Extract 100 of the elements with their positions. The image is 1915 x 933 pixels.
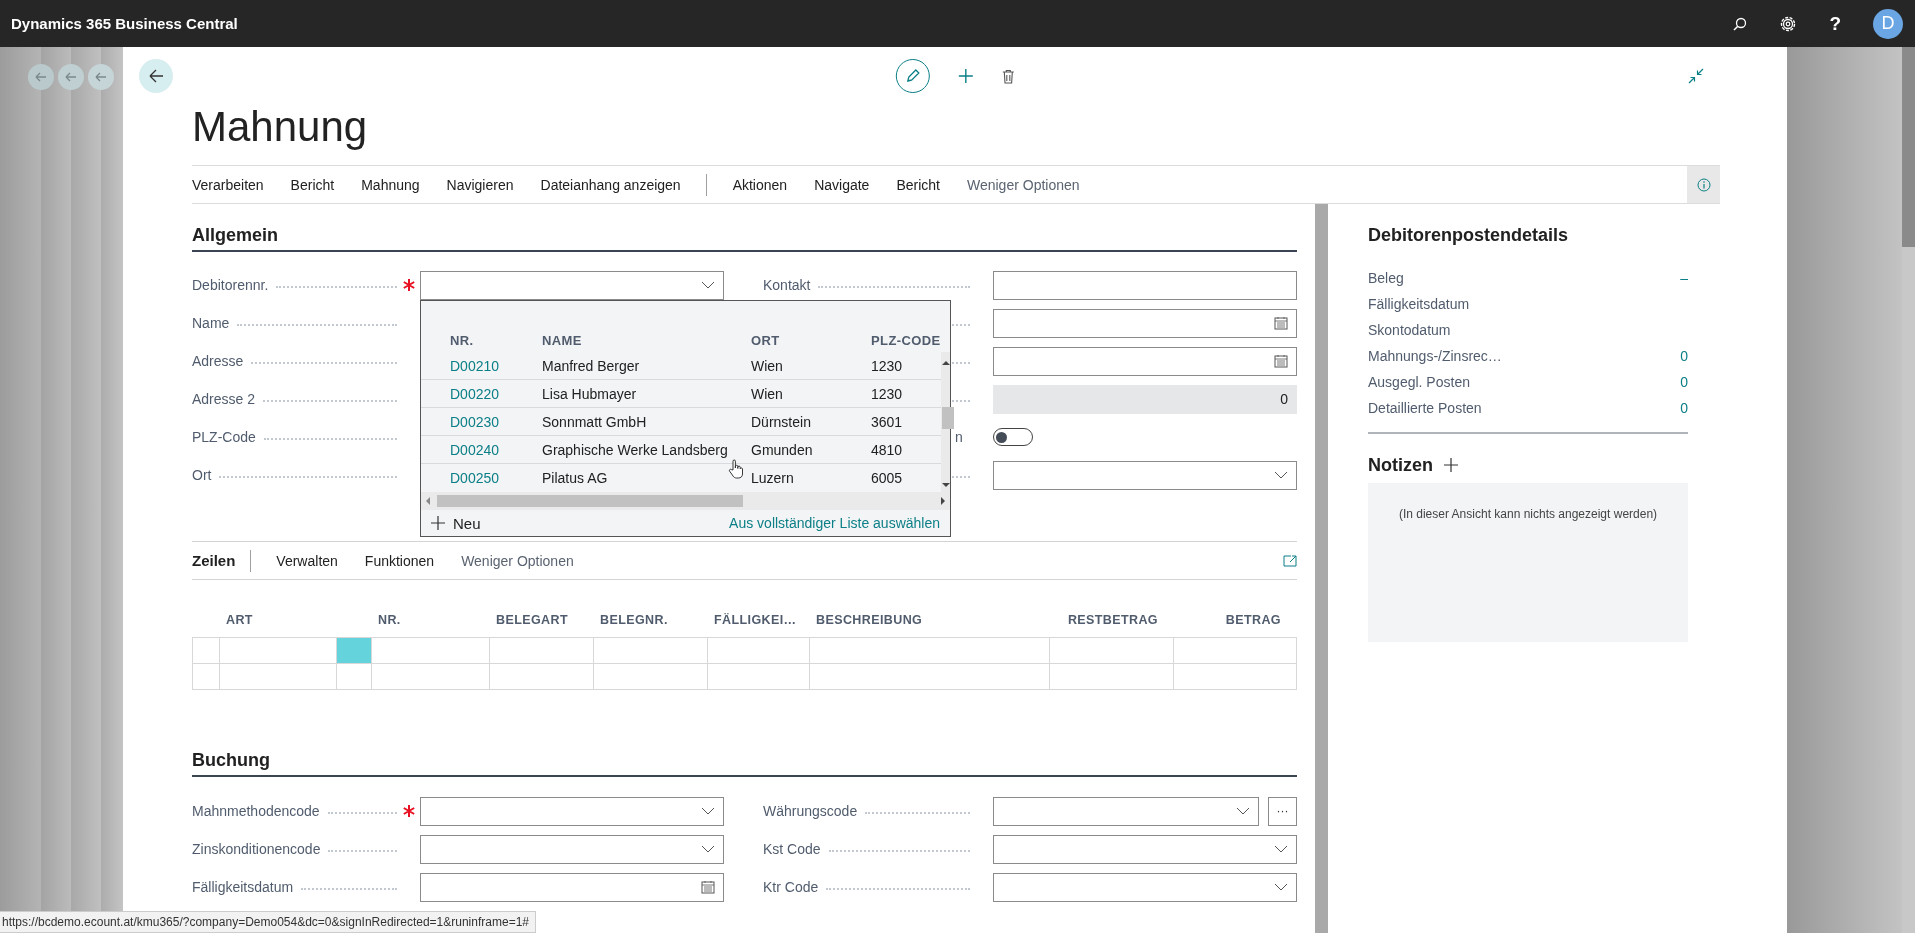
table-cell[interactable] — [1050, 637, 1174, 664]
hand-cursor-icon — [728, 459, 744, 479]
lookup-row[interactable]: D00210 Manfred Berger Wien 1230 — [421, 352, 941, 380]
detail-label: Beleg — [1368, 270, 1404, 286]
back-button[interactable] — [139, 59, 173, 93]
chevron-down-icon — [1274, 845, 1288, 853]
lookup-row[interactable]: D00240 Graphische Werke Landsberg Gmunden 4810 — [421, 436, 941, 464]
settings-icon[interactable] — [1779, 14, 1798, 33]
options-toggle[interactable]: Weniger Optionen — [461, 552, 574, 569]
expand-icon[interactable] — [1283, 554, 1297, 567]
field-label: Name — [192, 315, 230, 331]
detail-label: Ausgegl. Posten — [1368, 374, 1470, 390]
action-menu[interactable]: Bericht — [896, 176, 940, 193]
scrollbar-thumb[interactable] — [1902, 47, 1915, 247]
customer-number-link[interactable]: D00210 — [450, 357, 542, 374]
dropdown-field[interactable] — [420, 270, 724, 300]
dropdown-field[interactable] — [993, 796, 1259, 826]
table-cell[interactable] — [220, 637, 337, 664]
detail-value-link[interactable]: 0 — [1680, 400, 1688, 416]
full-list-link[interactable]: Aus vollständiger Liste auswählen — [729, 515, 940, 531]
detail-label: Skontodatum — [1368, 322, 1451, 338]
collapse-icon[interactable] — [1688, 68, 1704, 84]
table-cell[interactable] — [220, 664, 337, 690]
dropdown-field[interactable] — [993, 872, 1297, 902]
lookup-row[interactable]: D00220 Lisa Hubmayer Wien 1230 — [421, 380, 941, 408]
field-label: Kontakt — [763, 277, 811, 293]
action-menu[interactable]: Dateianhang anzeigen — [540, 176, 681, 193]
table-cell[interactable] — [490, 664, 594, 690]
date-field[interactable] — [993, 346, 1297, 376]
table-cell-text: Wien — [751, 385, 784, 402]
table-cell[interactable] — [337, 637, 372, 664]
readonly-field: 0 — [993, 384, 1297, 414]
customer-number-link[interactable]: D00240 — [450, 441, 542, 458]
edit-button[interactable] — [895, 59, 930, 93]
horizontal-scrollbar[interactable] — [421, 492, 950, 510]
action-menu[interactable]: Funktionen — [364, 552, 435, 569]
action-menu[interactable]: Mahnung — [361, 176, 420, 193]
right-arrow-icon[interactable] — [940, 497, 946, 505]
table-cell[interactable] — [372, 664, 490, 690]
left-arrow-icon[interactable] — [425, 497, 431, 505]
table-cell[interactable] — [490, 637, 594, 664]
table-cell[interactable] — [1050, 664, 1174, 690]
plus-icon[interactable] — [1443, 457, 1459, 473]
action-menu[interactable]: Bericht — [290, 176, 335, 193]
scrollbar-thumb[interactable] — [437, 495, 743, 507]
options-toggle[interactable]: Weniger Optionen — [966, 176, 1080, 193]
table-cell[interactable] — [594, 637, 708, 664]
dropdown-field[interactable] — [993, 834, 1297, 864]
field-label: Debitorennr. — [192, 277, 269, 293]
page-title: Mahnung — [192, 105, 369, 149]
detail-value-link[interactable]: 0 — [1680, 348, 1688, 364]
detail-label: Mahnungs-/Zinsrec… — [1368, 348, 1502, 364]
action-menu[interactable]: Aktionen — [732, 176, 788, 193]
date-field[interactable] — [420, 872, 724, 902]
table-cell[interactable] — [337, 664, 372, 690]
lookup-row[interactable]: D00230 Sonnmatt GmbH Dürnstein 3601 — [421, 408, 941, 436]
table-cell[interactable] — [810, 637, 1050, 664]
more-button[interactable]: ··· — [1268, 796, 1297, 826]
chevron-down-icon — [701, 845, 715, 853]
table-cell[interactable] — [192, 637, 220, 664]
dropdown-field[interactable] — [420, 796, 724, 826]
table-cell[interactable] — [708, 637, 810, 664]
scrollbar[interactable] — [1315, 204, 1328, 933]
search-icon[interactable] — [1733, 16, 1748, 31]
action-menu[interactable]: Verwalten — [276, 552, 338, 569]
table-cell[interactable] — [810, 664, 1050, 690]
input-field[interactable] — [993, 270, 1297, 300]
column-header: FÄLLIGKEI… — [714, 612, 797, 627]
trash-icon[interactable] — [1001, 68, 1015, 84]
table-cell-text: Graphische Werke Landsberg — [542, 441, 729, 458]
new-button[interactable]: Neu — [431, 514, 481, 532]
help-button[interactable]: ? — [1829, 12, 1841, 35]
customer-number-link[interactable]: D00220 — [450, 385, 542, 402]
table-cell[interactable] — [1174, 637, 1297, 664]
info-button[interactable] — [1687, 166, 1720, 203]
table-cell[interactable] — [192, 664, 220, 690]
calendar-icon — [1274, 316, 1288, 330]
field-label: Adresse 2 — [192, 391, 256, 407]
action-menu[interactable]: Verarbeiten — [192, 176, 264, 193]
scrollbar-thumb[interactable] — [942, 407, 954, 429]
action-menu[interactable]: Navigieren — [446, 176, 514, 193]
table-cell-text: Sonnmatt GmbH — [542, 413, 648, 430]
customer-number-link[interactable]: D00250 — [450, 470, 542, 486]
detail-value-link[interactable]: – — [1680, 270, 1688, 286]
dropdown-field[interactable] — [420, 834, 724, 864]
table-cell[interactable] — [1174, 664, 1297, 690]
plus-icon — [431, 516, 445, 530]
lookup-row[interactable]: D00250 Pilatus AG Luzern 6005 — [421, 464, 941, 492]
table-cell[interactable] — [372, 637, 490, 664]
detail-value-link[interactable]: 0 — [1680, 374, 1688, 390]
down-arrow-icon[interactable] — [941, 482, 950, 488]
table-cell[interactable] — [708, 664, 810, 690]
column-header: BETRAG — [1225, 612, 1281, 627]
dropdown-field[interactable] — [993, 460, 1297, 490]
action-menu[interactable]: Navigate — [814, 176, 870, 193]
customer-number-link[interactable]: D00230 — [450, 413, 542, 430]
up-arrow-icon[interactable] — [941, 360, 950, 366]
date-field[interactable] — [993, 308, 1297, 338]
table-cell[interactable] — [594, 664, 708, 690]
plus-icon[interactable] — [957, 68, 974, 84]
